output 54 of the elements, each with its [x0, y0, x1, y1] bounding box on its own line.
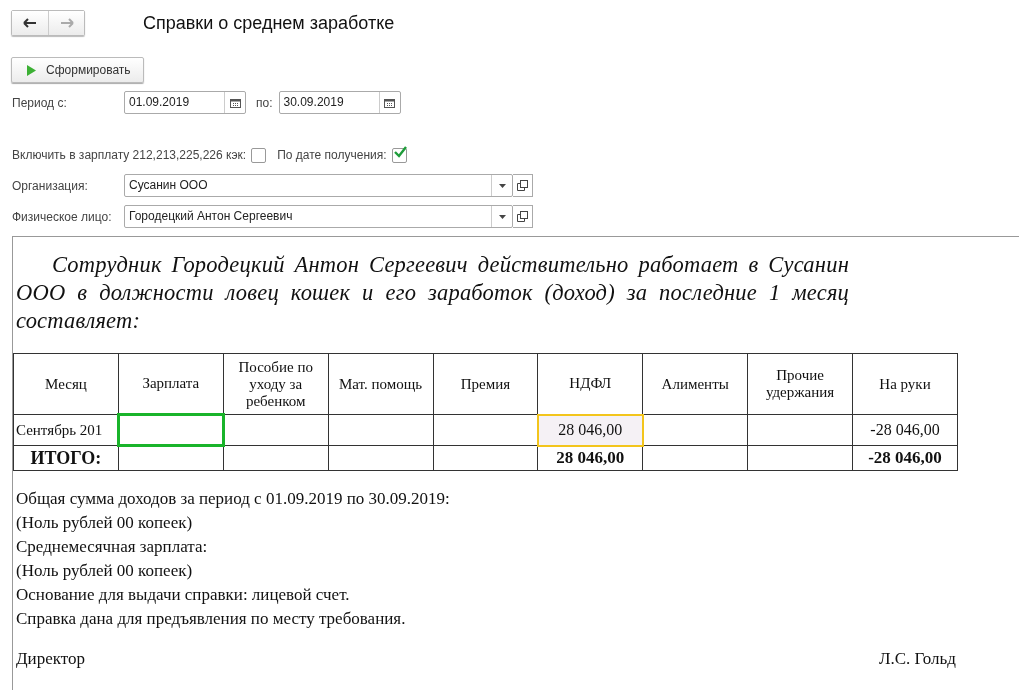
left-arrow-icon	[23, 18, 37, 28]
report-intro-text: Сотрудник Городецкий Антон Сергеевич действительно работает в Сусанин ООО в должности ловец кошек и его заработок (доход) за последние 1 месяц составляет:	[15, 251, 849, 335]
date-from-field[interactable]: 01.09.2019	[124, 91, 246, 114]
signer-name: Л.С. Гольд	[878, 649, 956, 669]
dropdown-caret-icon	[498, 183, 506, 188]
table-cell[interactable]	[223, 414, 329, 446]
open-button[interactable]	[513, 174, 533, 197]
column-header: Пособие по уходу за ребенком	[223, 353, 329, 415]
signer-title: Директор	[16, 649, 85, 669]
window-title: Справки о среднем заработке	[143, 12, 395, 34]
column-header: Алименты	[642, 353, 748, 415]
back-button[interactable]	[12, 11, 48, 35]
column-header: Мат. помощь	[328, 353, 433, 415]
table-cell[interactable]: -28 046,00	[852, 414, 958, 446]
report-text-line: (Ноль рублей 00 копеек)	[16, 512, 194, 534]
calendar-icon	[229, 97, 241, 108]
by-receipt-date-checkbox[interactable]	[391, 147, 407, 163]
period-from-label: Период с:	[12, 95, 68, 110]
report-text-line: Общая сумма доходов за период с 01.09.2019 по 30.09.2019:	[16, 488, 451, 510]
table-cell[interactable]	[118, 414, 224, 446]
open-window-icon	[517, 211, 528, 222]
person-label: Физическое лицо:	[12, 209, 113, 224]
open-window-icon	[517, 180, 528, 191]
person-select[interactable]: Городецкий Антон Сергеевич	[124, 205, 513, 228]
report-text-line: (Ноль рублей 00 копеек)	[16, 560, 194, 582]
play-icon	[26, 64, 36, 76]
include-kek-checkbox[interactable]	[251, 147, 267, 163]
column-header: Премия	[433, 353, 538, 415]
include-kek-label: Включить в зарплату 212,213,225,226 кэк:	[12, 148, 247, 162]
table-cell[interactable]	[642, 414, 748, 446]
column-header: Месяц	[13, 353, 119, 415]
calendar-icon	[384, 97, 395, 108]
total-cell: 28 046,00	[537, 445, 643, 471]
table-cell[interactable]	[747, 414, 853, 446]
total-cell: -28 046,00	[852, 445, 958, 471]
right-arrow-icon	[59, 18, 74, 28]
table-cell[interactable]: Сентябрь 201	[13, 414, 119, 446]
period-to-label: по:	[256, 95, 273, 110]
open-button[interactable]	[513, 205, 533, 228]
organization-label: Организация:	[12, 178, 89, 193]
report-text-line: Основание для выдачи справки: лицевой счет.	[16, 584, 351, 606]
report-text-line: Справка дана для предъявления по месту требования.	[16, 608, 407, 630]
generate-button[interactable]: Сформировать	[11, 57, 144, 83]
by-receipt-date-label: По дате получения:	[277, 148, 387, 162]
organization-select[interactable]: Сусанин ООО	[124, 174, 513, 197]
dropdown-caret-icon	[498, 214, 506, 219]
date-to-field[interactable]: 30.09.2019	[278, 91, 401, 114]
table-cell[interactable]	[328, 414, 433, 446]
total-label: ИТОГО:	[13, 445, 119, 471]
column-header: Зарплата	[118, 353, 224, 415]
table-cell[interactable]: 28 046,00	[537, 414, 643, 446]
column-header: Прочие удержания	[747, 353, 853, 415]
column-header: На руки	[852, 353, 958, 415]
report-text-line: Среднемесячная зарплата:	[16, 536, 209, 558]
